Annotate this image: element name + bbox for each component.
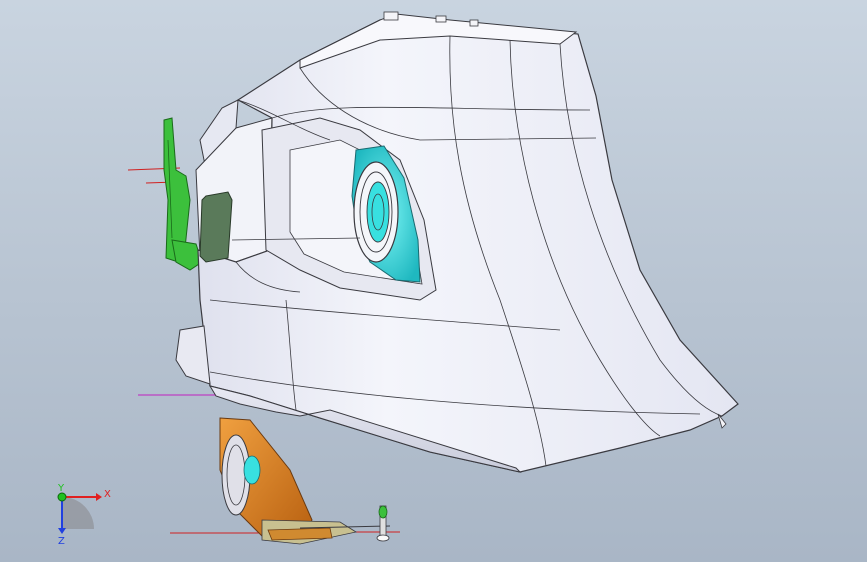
lower-reflector-assembly[interactable] [219,417,391,545]
3d-viewport[interactable]: X Y Z [0,0,867,562]
z-arrowhead [58,528,66,534]
bumper-shell[interactable] [175,11,739,473]
y-axis-label: Y [57,483,65,494]
coordinate-triad[interactable]: X Y Z [57,483,111,547]
green-bracket[interactable] [163,117,203,271]
triad-plane [62,497,94,529]
y-axis-dot [57,492,67,502]
z-axis-label: Z [58,536,65,547]
x-axis-label: X [104,489,111,500]
x-arrowhead [96,493,102,501]
